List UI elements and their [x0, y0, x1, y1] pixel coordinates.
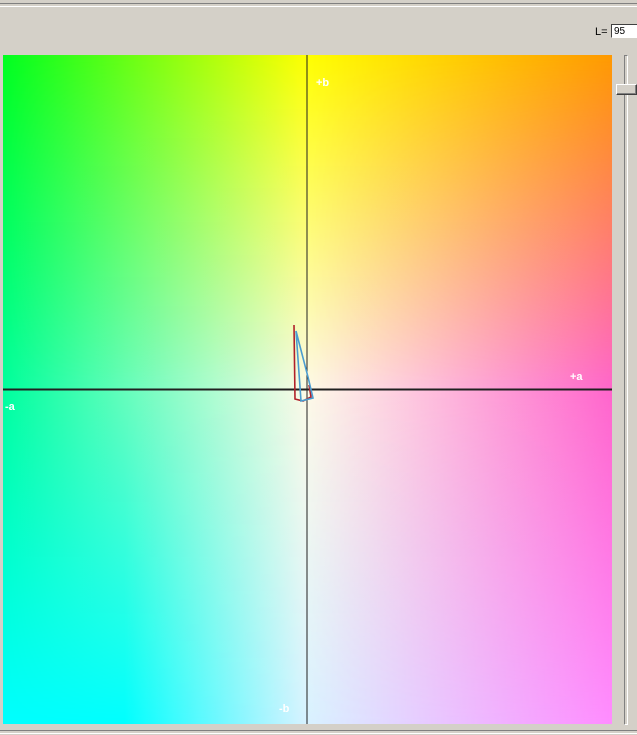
bottom-divider — [0, 730, 637, 734]
lightness-label: L= — [595, 26, 608, 38]
axis-label-positive-b: +b — [316, 77, 330, 89]
axis-label-positive-a: +a — [570, 371, 583, 383]
lightness-slider-track[interactable] — [624, 55, 628, 725]
ab-color-plane[interactable]: +b -b +a -a — [3, 55, 612, 724]
ab-plane-graphic — [3, 55, 612, 724]
axis-label-negative-b: -b — [279, 703, 290, 715]
top-divider — [0, 3, 637, 7]
axis-label-negative-a: -a — [5, 401, 15, 413]
lab-plane-viewer: L= 95 +b -b +a -a — [0, 0, 637, 735]
lightness-input[interactable] — [611, 24, 637, 38]
lightness-slider-thumb[interactable] — [616, 84, 637, 95]
